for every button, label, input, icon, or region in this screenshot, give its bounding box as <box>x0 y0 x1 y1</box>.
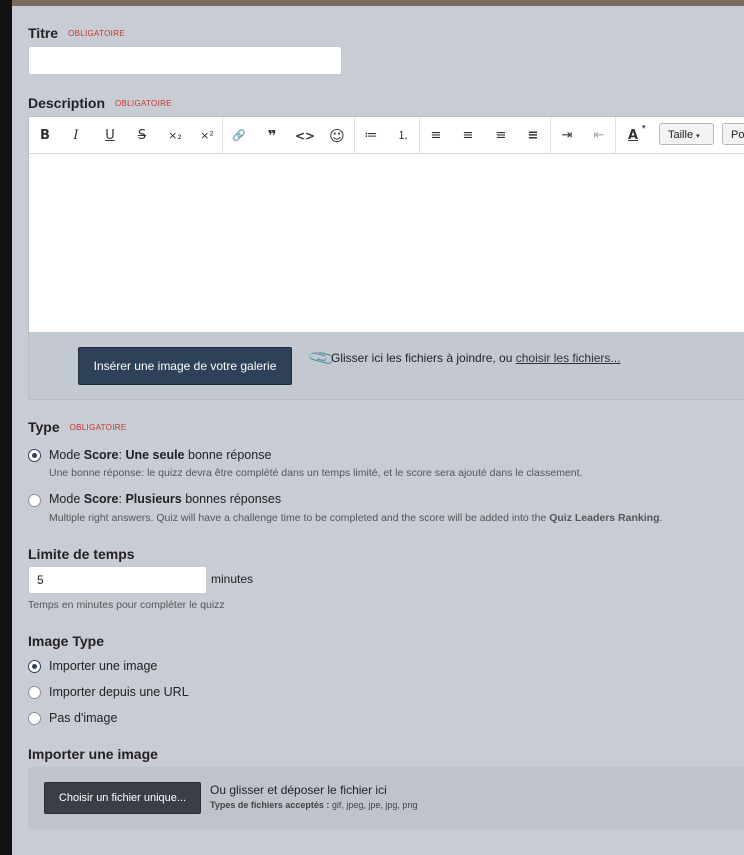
choose-single-file-button[interactable]: Choisir un fichier unique... <box>44 782 201 814</box>
image-type-upload-radio[interactable] <box>28 660 41 673</box>
description-label-text: Description <box>28 95 106 111</box>
type-single-answer-help: Une bonne réponse: le quizz devra être c… <box>49 467 583 479</box>
title-label-text: Titre <box>28 25 59 41</box>
choose-files-link[interactable]: choisir les fichiers... <box>516 351 621 365</box>
underline-icon[interactable]: U <box>101 127 119 145</box>
link-icon[interactable]: 🔗 <box>230 127 248 145</box>
attach-instruction: Glisser ici les fichiers à joindre, ou <box>331 351 516 365</box>
editor-content-area[interactable] <box>29 154 744 332</box>
align-center-icon[interactable]: ≡ <box>459 127 477 145</box>
indent-icon[interactable]: ⇥ <box>558 127 576 145</box>
strikethrough-icon[interactable]: S <box>133 127 151 145</box>
align-right-icon[interactable]: ≡ <box>492 127 510 145</box>
color-caret-icon[interactable]: ▾ <box>642 123 646 131</box>
code-icon[interactable]: <> <box>295 127 315 145</box>
toolbar-separator <box>550 117 551 153</box>
title-required-badge: OBLIGATOIRE <box>68 29 125 38</box>
image-type-none-label[interactable]: Pas d'image <box>49 711 117 725</box>
description-label: Description OBLIGATOIRE <box>28 95 172 111</box>
italic-icon[interactable]: I <box>67 127 85 145</box>
align-left-icon[interactable]: ≡ <box>427 127 445 145</box>
outdent-icon[interactable]: ⇤ <box>590 127 608 145</box>
type-multiple-answers-label[interactable]: Mode Score: Plusieurs bonnes réponses <box>49 492 281 506</box>
type-single-answer-label[interactable]: Mode Score: Une seule bonne réponse <box>49 448 271 462</box>
type-multiple-answers-help: Multiple right answers. Quiz will have a… <box>49 512 663 524</box>
description-required-badge: OBLIGATOIRE <box>115 99 172 108</box>
font-size-dropdown[interactable]: Taille ▾ <box>659 123 714 145</box>
toolbar-separator <box>615 117 616 153</box>
font-size-label: Taille <box>668 129 694 141</box>
time-limit-label: Limite de temps <box>28 546 135 562</box>
window-top-strip <box>0 0 744 6</box>
font-family-dropdown[interactable]: Po <box>722 123 744 145</box>
toolbar-separator <box>354 117 355 153</box>
insert-gallery-image-button[interactable]: Insérer une image de votre galerie <box>78 347 292 385</box>
title-label: Titre OBLIGATOIRE <box>28 25 125 41</box>
superscript-icon[interactable]: ×² <box>198 127 216 145</box>
quote-icon[interactable]: ❞ <box>263 127 281 145</box>
image-upload-label: Importer une image <box>28 746 158 762</box>
image-type-none-radio[interactable] <box>28 712 41 725</box>
time-limit-unit: minutes <box>211 572 254 586</box>
image-type-url-radio[interactable] <box>28 686 41 699</box>
window-left-strip <box>0 0 12 855</box>
font-family-label: Po <box>731 129 744 141</box>
toolbar-separator <box>222 117 223 153</box>
accepted-file-types: Types de fichiers acceptés : gif, jpeg, … <box>210 800 418 810</box>
type-label: Type OBLIGATOIRE <box>28 419 126 435</box>
rich-text-editor: B I U S ×₂ ×² 🔗 ❞ <> ☺ ≔ ⒈ ≡ ≡ ≡ ≡ ⇥ ⇤ A… <box>28 116 744 400</box>
chevron-down-icon: ▾ <box>696 133 700 140</box>
image-type-url-label[interactable]: Importer depuis une URL <box>49 685 189 699</box>
drop-file-text: Ou glisser et déposer le fichier ici <box>210 783 387 797</box>
subscript-icon[interactable]: ×₂ <box>166 127 184 145</box>
text-color-icon[interactable]: A <box>624 127 642 145</box>
type-required-badge: OBLIGATOIRE <box>69 423 127 432</box>
type-single-answer-radio[interactable] <box>28 449 41 462</box>
time-limit-help: Temps en minutes pour compléter le quizz <box>28 599 225 611</box>
image-type-upload-label[interactable]: Importer une image <box>49 659 157 673</box>
bulleted-list-icon[interactable]: ≔ <box>362 127 380 145</box>
time-limit-input[interactable] <box>28 566 207 594</box>
image-type-label: Image Type <box>28 633 104 649</box>
justify-icon[interactable]: ≡ <box>524 127 542 145</box>
bold-icon[interactable]: B <box>36 127 54 145</box>
emoji-icon[interactable]: ☺ <box>328 127 346 145</box>
attach-files-text: Glisser ici les fichiers à joindre, ou c… <box>331 351 620 365</box>
numbered-list-icon[interactable]: ⒈ <box>394 127 412 145</box>
type-multiple-answers-radio[interactable] <box>28 494 41 507</box>
type-label-text: Type <box>28 419 60 435</box>
editor-toolbar: B I U S ×₂ ×² 🔗 ❞ <> ☺ ≔ ⒈ ≡ ≡ ≡ ≡ ⇥ ⇤ A… <box>29 117 744 154</box>
title-input[interactable] <box>28 46 342 75</box>
toolbar-separator <box>419 117 420 153</box>
